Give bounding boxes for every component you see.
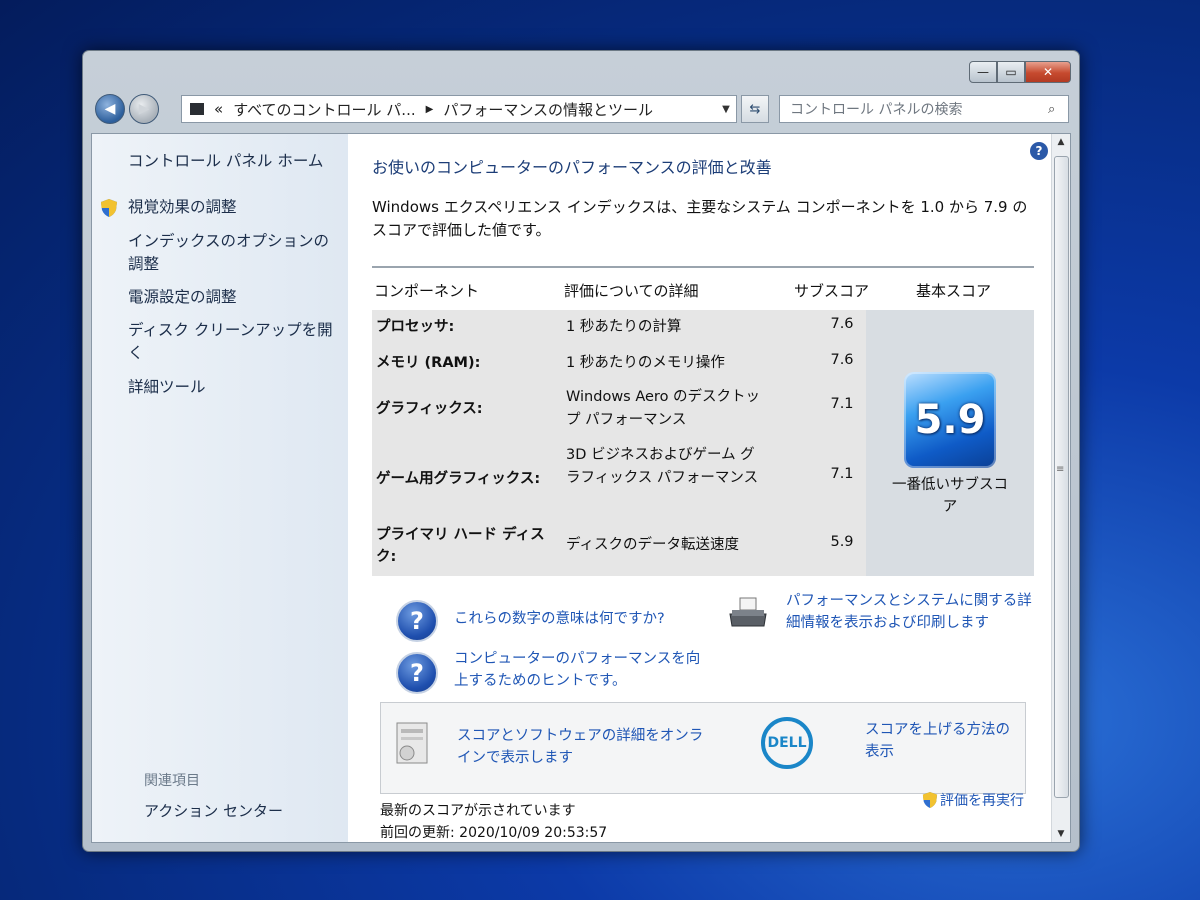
back-button[interactable]: ◀	[95, 94, 125, 124]
row-subscore: 5.9	[830, 534, 854, 550]
score-table-body: プロセッサ: 1 秒あたりの計算 7.6 メモリ (RAM): 1 秒あたりのメ…	[372, 310, 866, 576]
base-score-value: 5.9	[914, 397, 986, 443]
row-subscore: 7.6	[830, 352, 854, 368]
scroll-grip-icon: ≡	[1056, 464, 1065, 475]
help-question-icon[interactable]: ?	[396, 600, 438, 642]
search-icon[interactable]: ⌕	[1048, 102, 1068, 117]
status-current-score: 最新のスコアが示されています	[380, 803, 576, 819]
caption-buttons: — ▭ ✕	[969, 61, 1071, 83]
close-button[interactable]: ✕	[1025, 61, 1071, 83]
uac-shield-icon	[101, 199, 117, 217]
breadcrumb-performance-tools[interactable]: パフォーマンスの情報とツール	[443, 99, 653, 120]
sidebar-item-action-center[interactable]: アクション センター	[144, 800, 283, 821]
status-area: 最新のスコアが示されています 前回の更新: 2020/10/09 20:53:5…	[380, 800, 608, 842]
sidebar-item-disk-cleanup[interactable]: ディスク クリーンアップを開く	[128, 319, 338, 365]
row-details: 3D ビジネスおよびゲーム グラフィックス パフォーマンス	[566, 447, 759, 486]
link-raise-score[interactable]: スコアを上げる方法の表示	[865, 719, 1015, 763]
base-score-tile: 5.9	[904, 372, 996, 468]
client-area: コントロール パネル ホーム 視覚効果の調整 インデックスのオプションの調整 電…	[91, 133, 1071, 843]
row-component: ゲーム用グラフィックス:	[376, 471, 541, 487]
rerun-label[interactable]: 評価を再実行	[940, 790, 1024, 810]
row-component: プロセッサ:	[376, 319, 455, 335]
related-items-heading: 関連項目	[144, 773, 200, 789]
navigation-bar: ◀ ▶ « すべてのコントロール パ... ▶ パフォーマンスの情報とツール ▼…	[93, 93, 1069, 124]
row-component: グラフィックス:	[376, 401, 483, 417]
sidebar: コントロール パネル ホーム 視覚効果の調整 インデックスのオプションの調整 電…	[92, 134, 348, 842]
page-title: お使いのコンピューターのパフォーマンスの評価と改善	[372, 158, 772, 177]
row-details: Windows Aero のデスクトップ パフォーマンス	[566, 389, 761, 428]
control-panel-icon	[190, 103, 204, 115]
help-icon[interactable]: ?	[1030, 142, 1048, 160]
header-component: コンポーネント	[374, 282, 480, 300]
scroll-up-icon[interactable]: ▲	[1052, 134, 1070, 150]
control-panel-window: — ▭ ✕ ◀ ▶ « すべてのコントロール パ... ▶ パフォーマンスの情報…	[82, 50, 1080, 852]
dell-logo-text: DELL	[767, 735, 807, 751]
row-subscore: 7.1	[830, 396, 854, 412]
page-description: Windows エクスペリエンス インデックスは、主要なシステム コンポーネント…	[372, 198, 1028, 239]
address-dropdown-icon[interactable]: ▼	[716, 104, 736, 115]
dell-logo: DELL	[761, 717, 813, 769]
scrollbar-thumb[interactable]	[1054, 156, 1069, 798]
back-arrow-icon: ◀	[104, 101, 116, 117]
sidebar-item-visual-effects[interactable]: 視覚効果の調整	[128, 196, 237, 219]
sidebar-item-control-panel-home[interactable]: コントロール パネル ホーム	[128, 150, 323, 173]
score-table-header: コンポーネント 評価についての詳細 サブスコア 基本スコア	[372, 268, 1034, 310]
base-score-panel: 5.9 一番低いサブスコア	[866, 310, 1034, 576]
row-details: 1 秒あたりのメモリ操作	[566, 355, 725, 371]
link-performance-tips[interactable]: コンピューターのパフォーマンスを向上するためのヒントです。	[454, 648, 704, 692]
forward-arrow-icon: ▶	[138, 101, 150, 117]
rerun-assessment-link[interactable]: 評価を再実行	[922, 790, 1024, 810]
address-bar[interactable]: « すべてのコントロール パ... ▶ パフォーマンスの情報とツール ▼	[181, 95, 737, 123]
vertical-scrollbar[interactable]: ▲ ≡ ▼	[1051, 134, 1070, 842]
row-component: メモリ (RAM):	[376, 355, 481, 371]
tips-question-icon[interactable]: ?	[396, 652, 438, 694]
base-score-caption: 一番低いサブスコア	[892, 477, 1008, 515]
maximize-button[interactable]: ▭	[997, 61, 1025, 83]
main-content: ? お使いのコンピューターのパフォーマンスの評価と改善 Windows エクスペ…	[348, 134, 1052, 842]
link-what-do-numbers-mean[interactable]: これらの数字の意味は何ですか?	[454, 608, 665, 630]
header-base-score: 基本スコア	[916, 282, 992, 300]
uac-shield-icon	[922, 792, 938, 808]
search-box[interactable]: コントロール パネルの検索 ⌕	[779, 95, 1069, 123]
row-subscore: 7.6	[830, 316, 854, 332]
row-subscore: 7.1	[830, 466, 854, 482]
sidebar-item-index-options[interactable]: インデックスのオプションの調整	[128, 230, 338, 276]
printer-icon	[729, 597, 767, 627]
minimize-button[interactable]: —	[969, 61, 997, 83]
row-details: 1 秒あたりの計算	[566, 319, 682, 335]
breadcrumb-separator-icon[interactable]: ▶	[426, 104, 434, 115]
breadcrumb-overflow[interactable]: «	[214, 100, 223, 118]
refresh-button[interactable]: ⇆	[741, 95, 769, 123]
row-details: ディスクのデータ転送速度	[566, 537, 739, 553]
header-details: 評価についての詳細	[564, 282, 699, 300]
refresh-icon: ⇆	[749, 101, 761, 117]
sidebar-item-power-settings[interactable]: 電源設定の調整	[128, 286, 237, 309]
link-view-scores-online[interactable]: スコアとソフトウェアの詳細をオンラインで表示します	[457, 725, 707, 769]
link-print-performance-info[interactable]: パフォーマンスとシステムに関する詳細情報を表示および印刷します	[786, 590, 1036, 634]
search-input[interactable]: コントロール パネルの検索	[780, 99, 1048, 119]
sidebar-item-advanced-tools[interactable]: 詳細ツール	[128, 376, 206, 399]
header-subscore: サブスコア	[794, 282, 870, 300]
software-details-icon	[396, 722, 428, 764]
forward-button[interactable]: ▶	[129, 94, 159, 124]
breadcrumb-all-control-panel[interactable]: すべてのコントロール パ...	[233, 99, 415, 120]
scroll-down-icon[interactable]: ▼	[1052, 826, 1070, 842]
score-table: コンポーネント 評価についての詳細 サブスコア 基本スコア プロセッサ: 1 秒…	[372, 266, 1034, 588]
row-component: プライマリ ハード ディスク:	[376, 527, 545, 565]
online-info-box: スコアとソフトウェアの詳細をオンラインで表示します DELL スコアを上げる方法…	[380, 702, 1026, 794]
status-last-update: 前回の更新: 2020/10/09 20:53:57	[380, 825, 608, 841]
